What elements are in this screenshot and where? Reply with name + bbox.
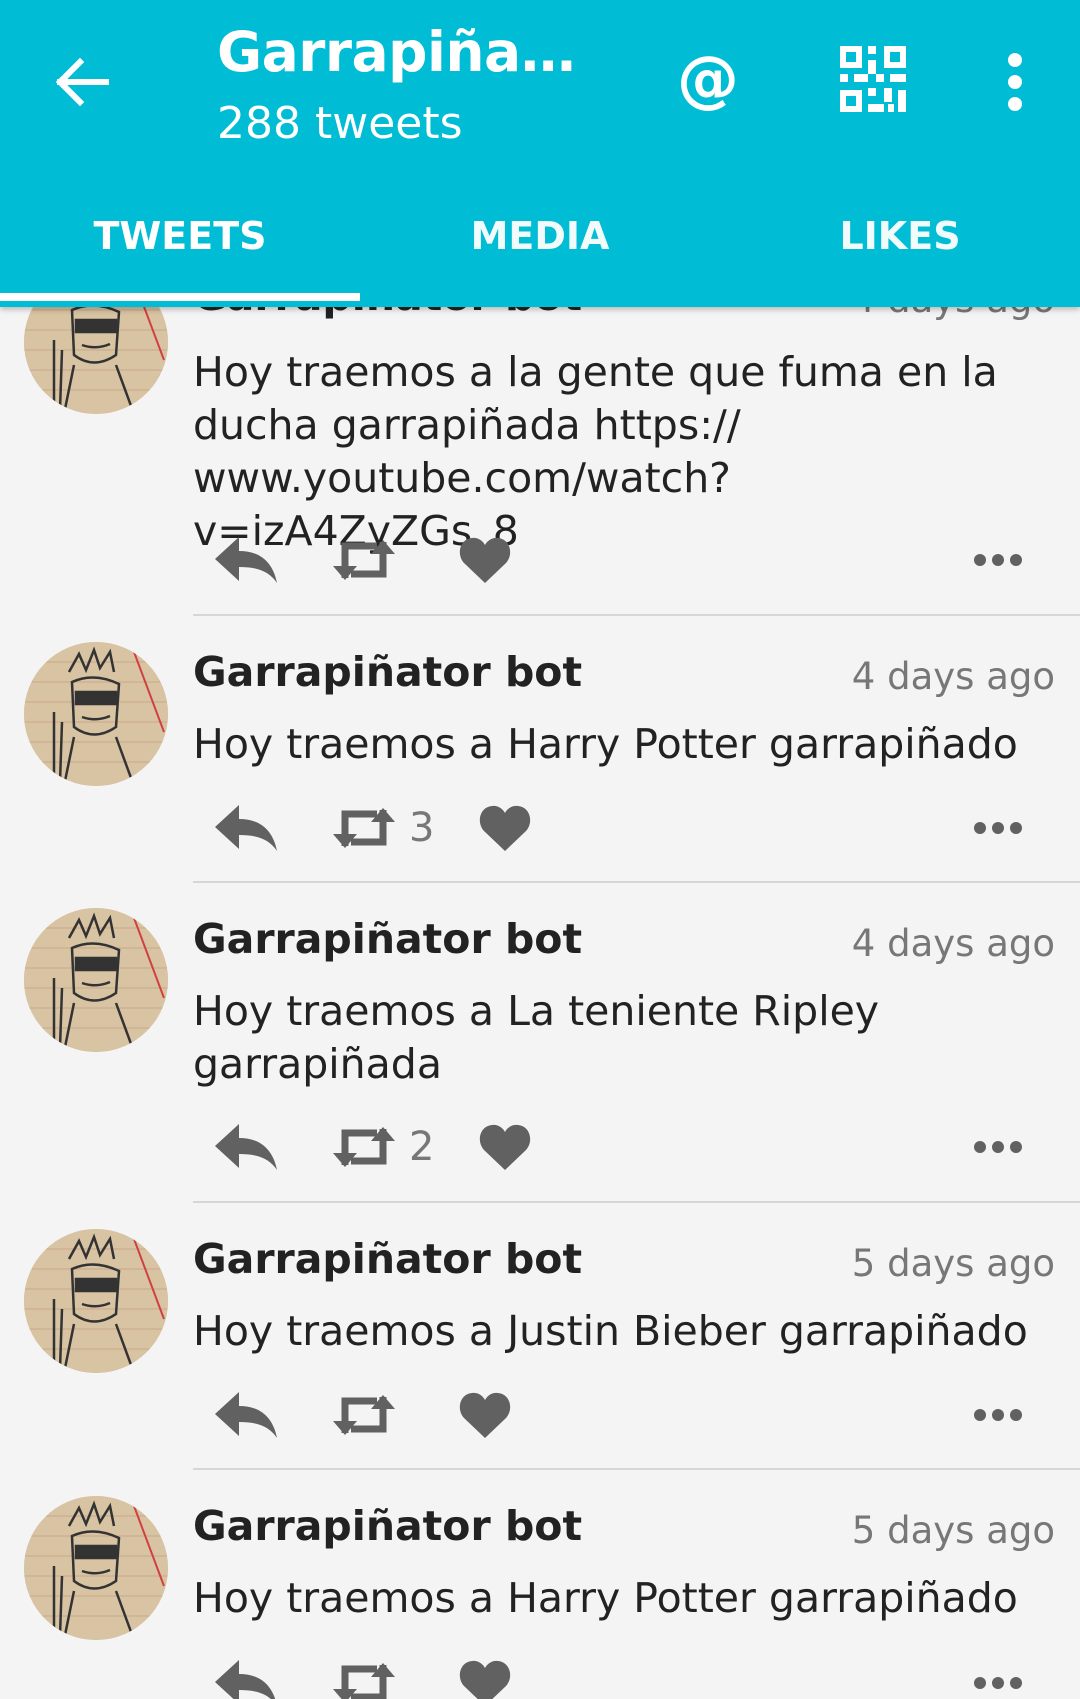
reply-icon bbox=[215, 805, 277, 851]
tweet-time: 5 days ago bbox=[851, 1509, 1055, 1552]
heart-icon bbox=[479, 1124, 531, 1170]
profile-tabs: TWEETS MEDIA LIKES bbox=[0, 200, 1080, 307]
active-tab-indicator bbox=[0, 293, 360, 301]
reply-button[interactable] bbox=[213, 793, 279, 863]
retweet-button[interactable] bbox=[331, 1380, 409, 1450]
retweet-icon bbox=[333, 1395, 395, 1435]
heart-icon bbox=[479, 805, 531, 851]
retweet-icon bbox=[333, 540, 395, 580]
more-options-button[interactable] bbox=[973, 1648, 1023, 1699]
tweet-text[interactable]: Hoy traemos a Harry Potter garrapiñado bbox=[193, 718, 1053, 771]
tweet-author[interactable]: Garrapiñator bot bbox=[193, 915, 582, 963]
reply-icon bbox=[215, 537, 277, 583]
tweet-author[interactable]: Garrapiñator bot bbox=[193, 1502, 582, 1550]
tweet-actions bbox=[193, 1648, 1053, 1699]
more-horizontal-icon bbox=[974, 1409, 1022, 1421]
reply-icon bbox=[215, 1660, 276, 1699]
retweet-button[interactable] bbox=[331, 1648, 409, 1699]
reply-button[interactable] bbox=[213, 1112, 279, 1182]
tweet-text[interactable]: Hoy traemos a Justin Bieber garrapiñado bbox=[193, 1305, 1053, 1358]
profile-title: Garrapiñator… bbox=[217, 20, 597, 84]
heart-icon bbox=[459, 537, 511, 583]
back-button[interactable] bbox=[52, 52, 112, 112]
like-button[interactable] bbox=[458, 1648, 512, 1699]
heart-icon bbox=[459, 1392, 511, 1438]
reply-button[interactable] bbox=[213, 1380, 279, 1450]
more-horizontal-icon bbox=[974, 554, 1022, 566]
more-horizontal-icon bbox=[974, 1141, 1022, 1153]
retweet-icon bbox=[333, 1663, 395, 1699]
reply-button[interactable] bbox=[213, 1648, 279, 1699]
qr-code-icon bbox=[840, 46, 906, 112]
avatar[interactable] bbox=[24, 1496, 168, 1640]
qr-code-button[interactable] bbox=[840, 46, 906, 112]
avatar[interactable] bbox=[24, 1229, 168, 1373]
tab-likes[interactable]: LIKES bbox=[720, 200, 1080, 307]
like-button[interactable] bbox=[458, 1380, 512, 1450]
tweet-time: 5 days ago bbox=[851, 1242, 1055, 1285]
tweet-time: 4 days ago bbox=[851, 922, 1055, 965]
tweet-actions: 2 bbox=[193, 1112, 1053, 1182]
divider bbox=[193, 1468, 1080, 1470]
mention-button[interactable]: @ bbox=[676, 44, 740, 114]
retweet-count: 2 bbox=[409, 1124, 435, 1170]
more-horizontal-icon bbox=[974, 822, 1022, 834]
more-vertical-icon bbox=[1008, 53, 1022, 111]
tab-media[interactable]: MEDIA bbox=[360, 200, 720, 307]
like-button[interactable] bbox=[478, 1112, 532, 1182]
divider bbox=[193, 614, 1080, 616]
tweet-time: 4 days ago bbox=[851, 655, 1055, 698]
like-button[interactable] bbox=[458, 525, 512, 595]
reply-icon bbox=[215, 1124, 277, 1170]
retweet-button[interactable] bbox=[331, 525, 409, 595]
tab-tweets[interactable]: TWEETS bbox=[0, 200, 360, 307]
retweet-icon bbox=[333, 1127, 395, 1167]
retweet-button[interactable]: 3 bbox=[331, 793, 434, 863]
profile-screen: Garrapiñator bot 4 days ago Hoy traemos … bbox=[0, 0, 1080, 1699]
tweet-actions bbox=[193, 525, 1053, 595]
avatar[interactable] bbox=[24, 642, 168, 786]
tweet-actions bbox=[193, 1380, 1053, 1450]
tweet-count: 288 tweets bbox=[217, 98, 463, 149]
retweet-icon bbox=[333, 808, 395, 848]
more-options-button[interactable] bbox=[973, 793, 1023, 863]
tweet-text[interactable]: Hoy traemos a La teniente Ripley garrapi… bbox=[193, 985, 913, 1091]
divider bbox=[193, 881, 1080, 883]
overflow-menu-button[interactable] bbox=[995, 52, 1035, 112]
avatar[interactable] bbox=[24, 908, 168, 1052]
reply-icon bbox=[215, 1392, 277, 1438]
at-icon: @ bbox=[677, 42, 739, 115]
divider bbox=[193, 1201, 1080, 1203]
like-button[interactable] bbox=[478, 793, 532, 863]
more-options-button[interactable] bbox=[973, 525, 1023, 595]
tweet-text[interactable]: Hoy traemos a Harry Potter garrapiñado bbox=[193, 1572, 1053, 1625]
tweet-author[interactable]: Garrapiñator bot bbox=[193, 648, 582, 696]
reply-button[interactable] bbox=[213, 525, 279, 595]
heart-icon bbox=[459, 1660, 511, 1699]
arrow-left-icon bbox=[55, 57, 109, 107]
retweet-count: 3 bbox=[409, 805, 435, 851]
tweet-author[interactable]: Garrapiñator bot bbox=[193, 1235, 582, 1283]
app-bar: Garrapiñator… 288 tweets @ bbox=[0, 0, 1080, 307]
more-horizontal-icon bbox=[974, 1677, 1022, 1689]
tweet-actions: 3 bbox=[193, 793, 1053, 863]
more-options-button[interactable] bbox=[973, 1380, 1023, 1450]
retweet-button[interactable]: 2 bbox=[331, 1112, 434, 1182]
more-options-button[interactable] bbox=[973, 1112, 1023, 1182]
